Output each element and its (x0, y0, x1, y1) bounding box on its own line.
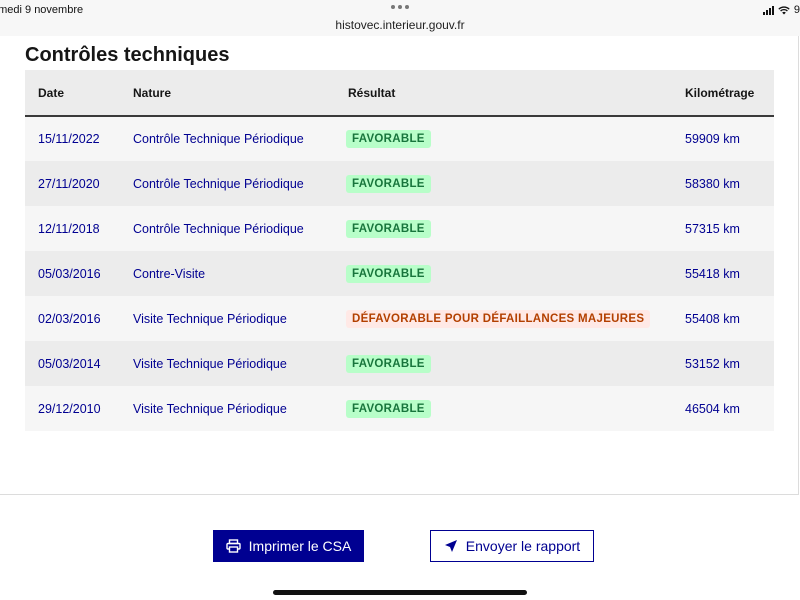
table-row: 29/12/2010 Visite Technique Périodique FAV… (25, 386, 774, 431)
table-row: 02/03/2016 Visite Technique Périodique DÉF… (25, 296, 774, 341)
row-result-cell: FAVORABLE (335, 116, 672, 161)
result-badge: FAVORABLE (346, 264, 431, 283)
row-date: 05/03/2016 (38, 266, 101, 281)
table-row: 15/11/2022 Contrôle Technique Périodique F… (25, 116, 774, 161)
send-report-label: Envoyer le rapport (465, 538, 581, 554)
row-result-cell: FAVORABLE (335, 206, 672, 251)
row-mileage: 55418 km (685, 266, 740, 281)
address-bar-url[interactable]: histovec.interieur.gouv.fr (0, 18, 800, 32)
send-icon (444, 540, 457, 552)
column-header-result[interactable]: Résultat (335, 70, 672, 116)
row-date: 05/03/2014 (38, 356, 101, 371)
row-nature: Contre-Visite (133, 266, 206, 281)
row-date: 29/12/2010 (38, 401, 101, 416)
row-nature: Visite Technique Périodique (133, 311, 287, 326)
send-report-button[interactable]: Envoyer le rapport (430, 530, 594, 562)
column-header-mileage[interactable]: Kilométrage (672, 70, 774, 116)
result-badge: FAVORABLE (346, 219, 431, 238)
print-csa-button[interactable]: Imprimer le CSA (213, 530, 364, 562)
row-mileage: 59909 km (685, 132, 740, 146)
row-date: 12/11/2018 (38, 221, 100, 236)
signal-icon (762, 5, 774, 15)
row-mileage: 58380 km (685, 176, 740, 191)
result-badge: DÉFAVORABLE POUR DÉFAILLANCES MAJEURES (346, 309, 651, 328)
printer-icon (225, 539, 241, 553)
technical-inspections-table: Date Nature Résultat Kilométrage 15/11/2… (25, 70, 774, 431)
row-mileage: 57315 km (685, 221, 740, 236)
table-row: 05/03/2016 Contre-Visite FAVORABLE 55418 km (25, 251, 774, 296)
row-nature: Contrôle Technique Périodique (133, 132, 304, 146)
wifi-icon (778, 5, 790, 14)
row-mileage: 46504 km (685, 401, 740, 416)
row-mileage: 55408 km (685, 311, 740, 326)
row-result-cell: FAVORABLE (335, 341, 672, 386)
row-nature: Visite Technique Périodique (133, 356, 287, 371)
column-header-date[interactable]: Date (25, 70, 120, 116)
row-result-cell: DÉFAVORABLE POUR DÉFAILLANCES MAJEURES (335, 296, 672, 341)
multitask-dots-icon[interactable] (391, 5, 409, 9)
row-nature: Contrôle Technique Périodique (133, 221, 304, 236)
result-badge: FAVORABLE (346, 174, 431, 193)
result-badge: FAVORABLE (346, 399, 431, 418)
row-date: 02/03/2016 (38, 311, 101, 326)
home-indicator[interactable] (273, 590, 527, 595)
row-mileage: 53152 km (685, 356, 740, 371)
column-header-nature[interactable]: Nature (120, 70, 335, 116)
row-date: 27/11/2020 (38, 176, 100, 191)
table-row: 05/03/2014 Visite Technique Périodique FAV… (25, 341, 774, 386)
row-result-cell: FAVORABLE (335, 161, 672, 206)
row-nature: Visite Technique Périodique (133, 401, 287, 416)
table-header-row: Date Nature Résultat Kilométrage (25, 70, 774, 116)
status-date: amedi 9 novembre (0, 4, 84, 16)
browser-status-bar: amedi 9 novembre histovec.interieur.gouv… (0, 0, 800, 36)
print-csa-label: Imprimer le CSA (248, 538, 352, 554)
table-row: 12/11/2018 Contrôle Technique Périodique F… (25, 206, 774, 251)
battery-percent-fragment: 9 (793, 4, 800, 16)
row-result-cell: FAVORABLE (335, 386, 672, 431)
row-result-cell: FAVORABLE (335, 251, 672, 296)
row-nature: Contrôle Technique Périodique (133, 176, 304, 191)
page-title: Contrôles techniques (25, 44, 230, 66)
result-badge: FAVORABLE (346, 130, 431, 148)
status-indicators: 9 (762, 4, 800, 16)
result-badge: FAVORABLE (346, 354, 431, 373)
table-row: 27/11/2020 Contrôle Technique Périodique F… (25, 161, 774, 206)
row-date: 15/11/2022 (38, 132, 100, 146)
